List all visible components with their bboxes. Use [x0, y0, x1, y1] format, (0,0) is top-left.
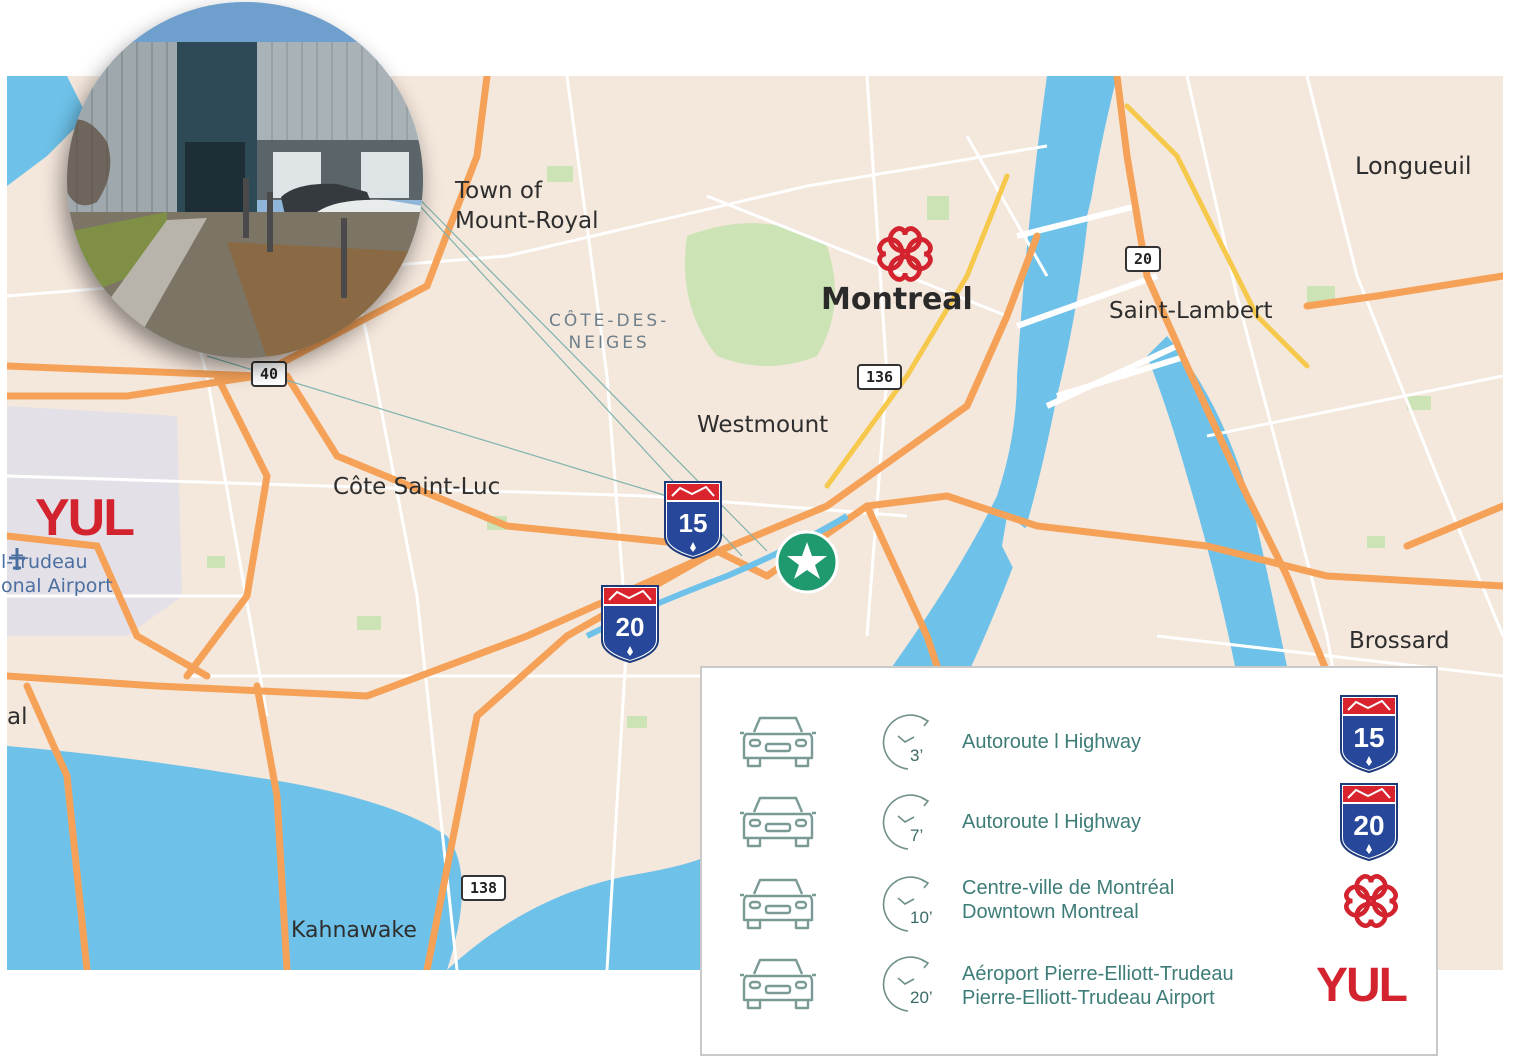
route-40-shield: 40: [251, 361, 288, 387]
car-icon: [740, 958, 816, 1010]
autoroute-20-shield: 20: [1338, 782, 1400, 862]
car-icon: [740, 878, 816, 930]
legend-row: 7’ Autoroute l Highway 20: [702, 782, 1436, 862]
travel-minutes: 7’: [910, 826, 924, 845]
legend-description: Autoroute l Highway: [962, 811, 1141, 833]
montreal-map-logo: [869, 220, 941, 288]
label-kahnawake: Kahnawake: [291, 918, 417, 943]
travel-times-legend: 3’ Autoroute l Highway 15 7’ Autoroute l…: [700, 666, 1438, 1056]
label-westmount: Westmount: [697, 412, 829, 438]
route-138-shield: 138: [461, 875, 507, 901]
montreal-logo: [1338, 868, 1404, 934]
autoroute-15-shield: 15: [1338, 694, 1400, 774]
legend-row: 3’ Autoroute l Highway 15: [702, 695, 1436, 782]
label-brossard: Brossard: [1349, 628, 1450, 654]
travel-minutes: 20’: [910, 988, 933, 1007]
label-longueuil: Longueuil: [1355, 152, 1472, 180]
route-136-shield: 136: [857, 364, 903, 390]
legend-row: 20’ Aéroport Pierre-Elliott-Trudeau Pier…: [702, 944, 1436, 1024]
legend-description: Autoroute l Highway: [962, 731, 1141, 753]
label-saint-lambert: Saint-Lambert: [1109, 298, 1273, 324]
legend-row: 10’ Centre-ville de Montréal Downtown Mo…: [702, 864, 1436, 944]
destination-marker: [775, 530, 839, 594]
label-left-edge: al: [7, 704, 28, 730]
building-photo: [67, 2, 423, 358]
legend-description: Aéroport Pierre-Elliott-Trudeau Pierre-E…: [962, 963, 1234, 1009]
travel-minutes: 10’: [910, 908, 933, 927]
car-icon: [740, 796, 816, 848]
travel-minutes: 3’: [910, 746, 924, 765]
legend-description: Centre-ville de Montréal Downtown Montre…: [962, 877, 1175, 923]
yul-logo: YUL: [1316, 959, 1408, 1012]
route-20-shield: 20: [1125, 246, 1162, 272]
yul-map-logo: YUL: [35, 489, 135, 547]
label-airport: l-Trudeau onal Airport: [1, 551, 113, 597]
car-icon: [740, 716, 816, 768]
label-town-of-mount-royal: Town of Mount-Royal: [455, 178, 599, 234]
autoroute-15-map-shield: 15: [662, 480, 724, 560]
autoroute-20-map-shield: 20: [599, 584, 661, 664]
label-cote-saint-luc: Côte Saint-Luc: [333, 474, 501, 500]
label-cote-des-neiges: CÔTE-DES- NEIGES: [549, 311, 670, 353]
